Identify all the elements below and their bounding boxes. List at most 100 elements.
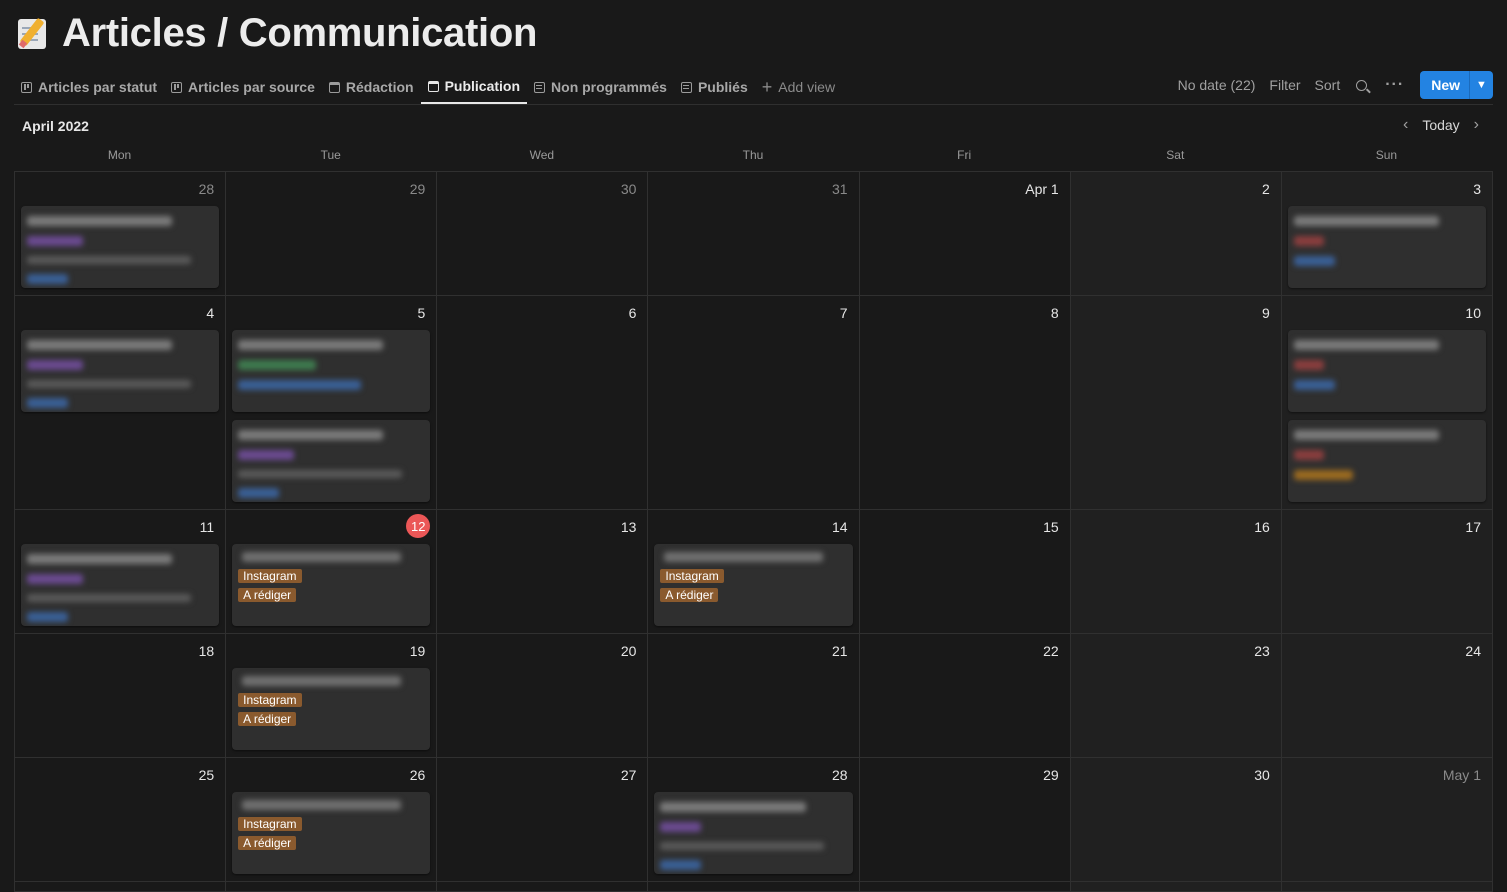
chevron-right-icon[interactable]: › bbox=[1468, 116, 1485, 134]
day-cell[interactable]: 17 bbox=[1281, 510, 1493, 634]
day-cell[interactable]: 28 bbox=[648, 758, 860, 882]
day-cell[interactable]: 10 bbox=[1281, 296, 1493, 510]
tag-a-rediger: A rédiger bbox=[238, 588, 297, 602]
day-cell[interactable]: 16 bbox=[1070, 510, 1282, 634]
tab-label: Non programmés bbox=[551, 79, 667, 95]
day-cell[interactable]: May 1 bbox=[1281, 758, 1493, 882]
day-cell[interactable]: 5 bbox=[226, 296, 438, 510]
day-cell[interactable]: 15 bbox=[859, 510, 1071, 634]
day-number: 17 bbox=[1465, 519, 1481, 535]
sort-button[interactable]: Sort bbox=[1315, 77, 1341, 93]
day-cell[interactable]: 30 bbox=[1070, 758, 1282, 882]
add-view-button[interactable]: + Add view bbox=[755, 70, 842, 104]
day-cell[interactable]: 4 bbox=[15, 296, 227, 510]
event-card-blurred[interactable] bbox=[21, 206, 220, 288]
event-title-blurred bbox=[242, 800, 401, 810]
day-cell[interactable]: 29 bbox=[226, 172, 438, 296]
event-card-blurred[interactable] bbox=[232, 330, 431, 412]
day-cell[interactable] bbox=[1070, 882, 1282, 892]
day-number: 6 bbox=[628, 305, 637, 321]
day-cell[interactable] bbox=[1281, 882, 1493, 892]
event-card[interactable]: Instagram A rédiger bbox=[654, 544, 853, 626]
day-cell[interactable] bbox=[226, 882, 438, 892]
day-cell[interactable] bbox=[648, 882, 860, 892]
chevron-left-icon[interactable]: ‹ bbox=[1397, 116, 1414, 134]
day-cell[interactable]: 22 bbox=[859, 634, 1071, 758]
day-cell[interactable] bbox=[15, 882, 227, 892]
page-header: Articles / Communication bbox=[16, 8, 537, 58]
day-cell[interactable]: 7 bbox=[648, 296, 860, 510]
day-number: 31 bbox=[831, 181, 848, 197]
page-title[interactable]: Articles / Communication bbox=[62, 11, 537, 56]
day-cell[interactable]: 20 bbox=[437, 634, 649, 758]
day-cell[interactable]: 30 bbox=[437, 172, 649, 296]
event-card-blurred[interactable] bbox=[654, 792, 853, 874]
day-number: 15 bbox=[1043, 519, 1059, 535]
day-cell[interactable] bbox=[437, 882, 649, 892]
event-card-blurred[interactable] bbox=[1287, 206, 1486, 288]
day-cell[interactable]: 28 bbox=[15, 172, 227, 296]
event-title-blurred bbox=[242, 552, 401, 562]
day-cell[interactable]: 23 bbox=[1070, 634, 1282, 758]
tab-articles-par-statut[interactable]: Articles par statut bbox=[14, 70, 164, 104]
tab-non-programmes[interactable]: Non programmés bbox=[527, 70, 674, 104]
day-number: 25 bbox=[198, 767, 215, 783]
day-cell[interactable]: 31 bbox=[648, 172, 860, 296]
memo-icon[interactable] bbox=[16, 15, 48, 51]
event-card-blurred[interactable] bbox=[21, 544, 220, 626]
day-number: 29 bbox=[409, 181, 426, 197]
event-card-blurred[interactable] bbox=[1287, 330, 1486, 412]
calendar-icon bbox=[427, 80, 439, 92]
tag-instagram: Instagram bbox=[238, 693, 302, 707]
day-number: 8 bbox=[1050, 305, 1059, 321]
list-icon bbox=[680, 81, 692, 93]
day-cell[interactable]: 8 bbox=[859, 296, 1071, 510]
day-number: 21 bbox=[831, 643, 848, 659]
day-cell[interactable]: 11 bbox=[15, 510, 227, 634]
tab-publication[interactable]: Publication bbox=[420, 70, 528, 104]
search-icon[interactable] bbox=[1356, 79, 1368, 91]
day-cell[interactable]: 27 bbox=[437, 758, 649, 882]
tag-instagram: Instagram bbox=[238, 817, 302, 831]
tag-instagram: Instagram bbox=[660, 569, 724, 583]
day-cell[interactable] bbox=[859, 882, 1071, 892]
day-cell[interactable]: 3 bbox=[1281, 172, 1493, 296]
event-card-blurred[interactable] bbox=[1287, 420, 1486, 502]
day-cell[interactable]: 6 bbox=[437, 296, 649, 510]
day-cell[interactable]: 9 bbox=[1070, 296, 1282, 510]
day-cell[interactable]: 12 Instagram A rédiger bbox=[226, 510, 438, 634]
day-cell[interactable]: 18 bbox=[15, 634, 227, 758]
tag-a-rediger: A rédiger bbox=[238, 712, 297, 726]
day-number: 4 bbox=[206, 305, 215, 321]
day-cell[interactable]: 14 Instagram A rédiger bbox=[648, 510, 860, 634]
today-button[interactable]: Today bbox=[1414, 117, 1467, 133]
tab-redaction[interactable]: Rédaction bbox=[322, 70, 421, 104]
day-cell[interactable]: 25 bbox=[15, 758, 227, 882]
new-button[interactable]: New ▼ bbox=[1420, 71, 1493, 99]
day-number: 18 bbox=[198, 643, 215, 659]
event-title-blurred bbox=[664, 552, 823, 562]
day-cell[interactable]: 29 bbox=[859, 758, 1071, 882]
chevron-down-icon[interactable]: ▼ bbox=[1469, 71, 1493, 99]
no-date-button[interactable]: No date (22) bbox=[1178, 77, 1256, 93]
day-cell[interactable]: 2 bbox=[1070, 172, 1282, 296]
tab-articles-par-source[interactable]: Articles par source bbox=[164, 70, 322, 104]
event-card[interactable]: Instagram A rédiger bbox=[232, 792, 431, 874]
day-cell[interactable]: 21 bbox=[648, 634, 860, 758]
tag-instagram: Instagram bbox=[238, 569, 302, 583]
event-card-blurred[interactable] bbox=[21, 330, 220, 412]
day-cell[interactable]: 13 bbox=[437, 510, 649, 634]
event-card[interactable]: Instagram A rédiger bbox=[232, 668, 431, 750]
tab-publies[interactable]: Publiés bbox=[674, 70, 755, 104]
day-number: 9 bbox=[1262, 305, 1270, 321]
new-button-label: New bbox=[1431, 77, 1460, 93]
day-cell[interactable]: 24 bbox=[1281, 634, 1493, 758]
view-toolbar: No date (22) Filter Sort ··· New ▼ bbox=[1164, 71, 1493, 99]
day-cell[interactable]: 26 Instagram A rédiger bbox=[226, 758, 438, 882]
event-card-blurred[interactable] bbox=[232, 420, 431, 502]
more-options-icon[interactable]: ··· bbox=[1385, 76, 1404, 94]
day-cell[interactable]: Apr 1 bbox=[859, 172, 1071, 296]
filter-button[interactable]: Filter bbox=[1269, 77, 1300, 93]
event-card[interactable]: Instagram A rédiger bbox=[232, 544, 431, 626]
day-cell[interactable]: 19 Instagram A rédiger bbox=[226, 634, 438, 758]
